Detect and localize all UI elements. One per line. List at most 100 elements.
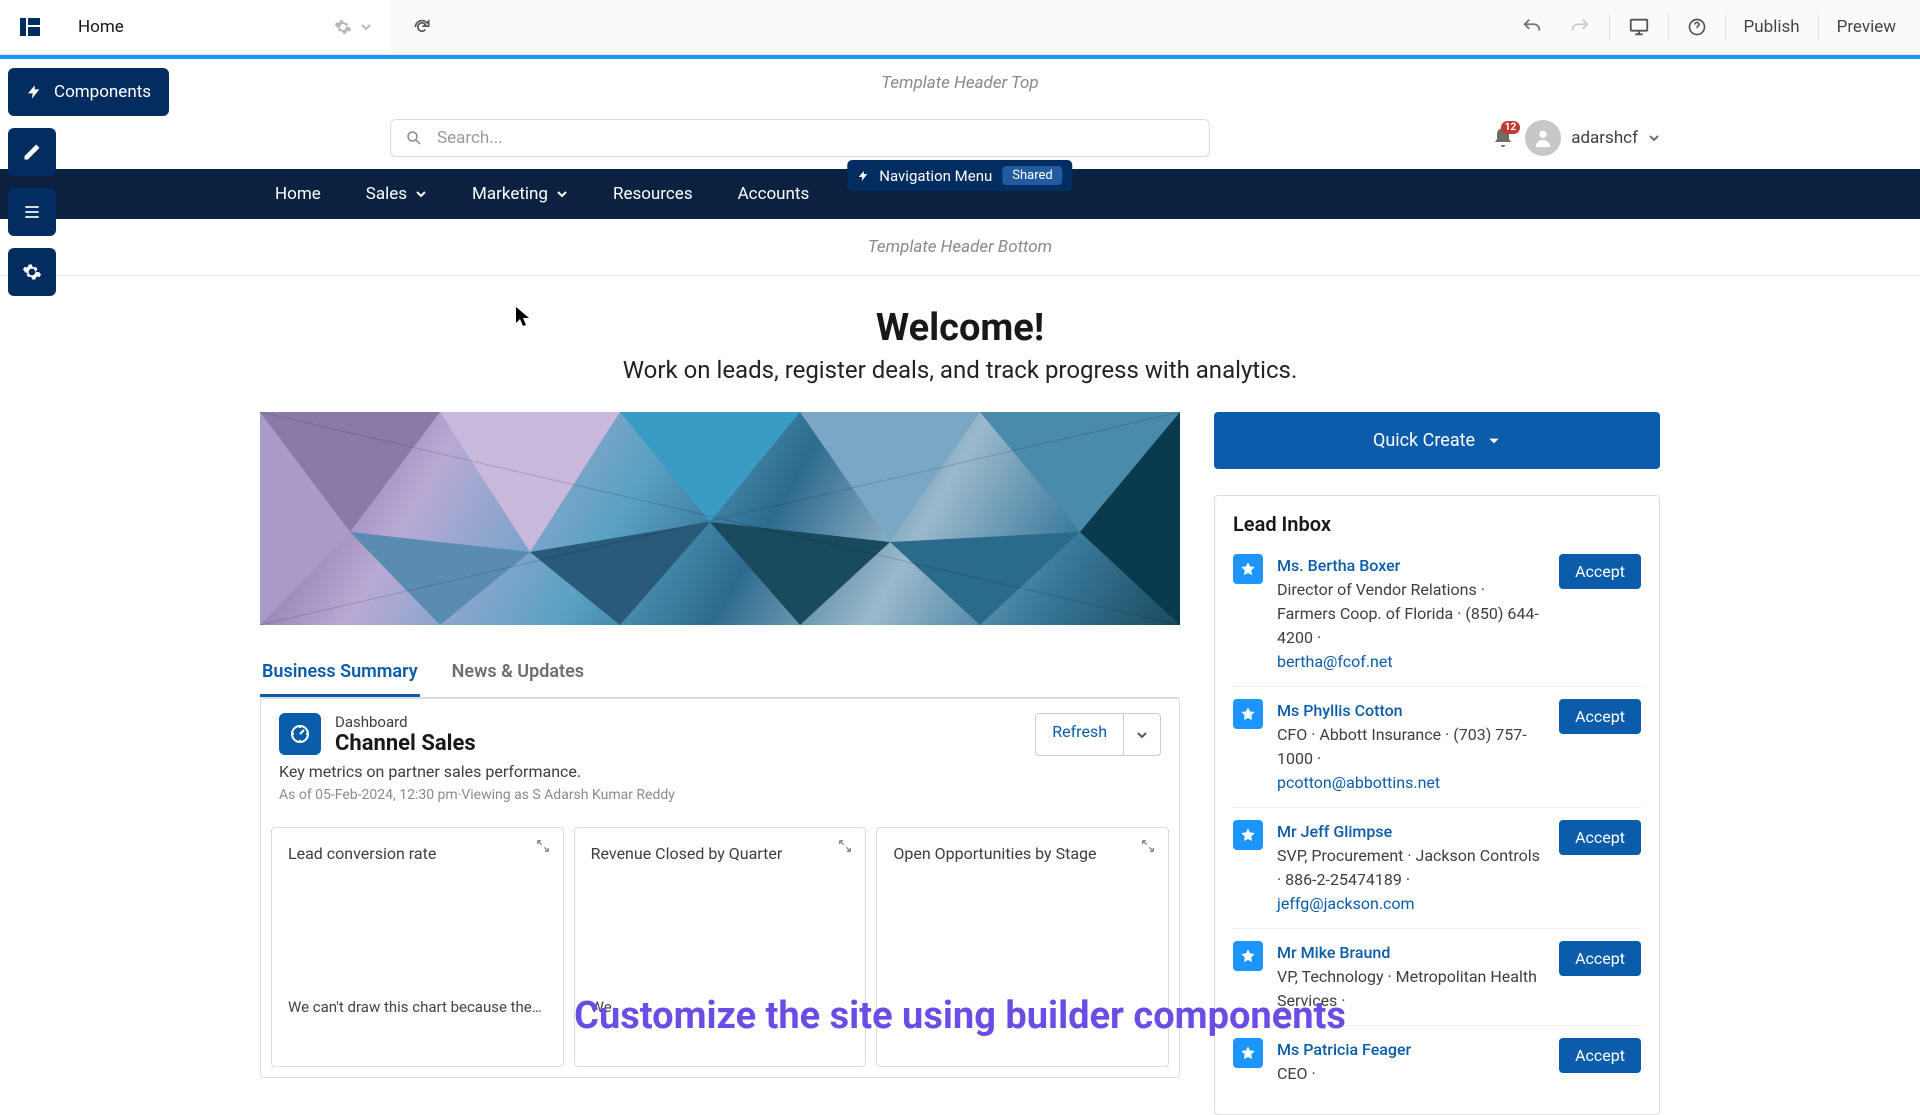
divider bbox=[1818, 14, 1819, 40]
expand-icon[interactable] bbox=[1140, 838, 1156, 854]
preview-button[interactable]: Preview bbox=[1825, 9, 1908, 45]
lead-icon bbox=[1233, 941, 1263, 971]
widget-title: Revenue Closed by Quarter bbox=[591, 844, 850, 863]
lead-details: SVP, Procurement · Jackson Controls · 88… bbox=[1277, 844, 1545, 892]
builder-sidebar: Components bbox=[8, 68, 169, 296]
lead-icon bbox=[1233, 699, 1263, 729]
lead-details: CEO · bbox=[1277, 1062, 1545, 1086]
search-icon bbox=[405, 129, 423, 147]
widget-title: Lead conversion rate bbox=[288, 844, 547, 863]
lead-details: Director of Vendor Relations · Farmers C… bbox=[1277, 578, 1545, 650]
quick-create-button[interactable]: Quick Create bbox=[1214, 412, 1660, 469]
lead-name[interactable]: Mr Jeff Glimpse bbox=[1277, 820, 1545, 844]
components-label: Components bbox=[54, 82, 151, 102]
selected-component-name: Navigation Menu bbox=[879, 167, 992, 185]
user-area: 12 adarshcf bbox=[1491, 120, 1660, 156]
settings-panel-button[interactable] bbox=[8, 248, 56, 296]
dashboard-widgets: Lead conversion rate We can't draw this … bbox=[261, 817, 1179, 1077]
nav-item-resources[interactable]: Resources bbox=[613, 184, 693, 204]
expand-icon[interactable] bbox=[535, 838, 551, 854]
widget-lead-conversion: Lead conversion rate We can't draw this … bbox=[271, 827, 564, 1067]
dashboard-icon bbox=[279, 713, 321, 755]
nav-item-home[interactable]: Home bbox=[275, 184, 321, 204]
theme-panel-button[interactable] bbox=[8, 128, 56, 176]
hero-image bbox=[260, 412, 1180, 625]
chevron-down-icon[interactable] bbox=[1648, 132, 1660, 144]
dashboard-kicker: Dashboard bbox=[335, 713, 476, 731]
page-structure-button[interactable] bbox=[8, 188, 56, 236]
tab-business-summary[interactable]: Business Summary bbox=[260, 649, 420, 697]
help-button[interactable] bbox=[1675, 9, 1719, 45]
chevron-down-icon bbox=[556, 188, 568, 200]
accept-button[interactable]: Accept bbox=[1559, 820, 1641, 855]
chevron-down-icon bbox=[1487, 434, 1501, 448]
content-tabs: Business Summary News & Updates bbox=[260, 649, 1180, 698]
lead-email[interactable]: pcotton@abbottins.net bbox=[1277, 771, 1545, 795]
search-placeholder: Search... bbox=[437, 128, 503, 148]
user-name: adarshcf bbox=[1571, 128, 1638, 148]
lead-name[interactable]: Ms Patricia Feager bbox=[1277, 1038, 1545, 1062]
divider bbox=[1609, 14, 1610, 40]
accept-button[interactable]: Accept bbox=[1559, 699, 1641, 734]
page-settings-group[interactable] bbox=[334, 18, 372, 36]
lead-item: Ms Phyllis Cotton CFO · Abbott Insurance… bbox=[1233, 686, 1641, 807]
lead-details: CFO · Abbott Insurance · (703) 757-1000 … bbox=[1277, 723, 1545, 771]
welcome-subtitle: Work on leads, register deals, and track… bbox=[260, 356, 1660, 384]
publish-button[interactable]: Publish bbox=[1732, 9, 1812, 45]
lightning-icon bbox=[26, 84, 42, 100]
lead-name[interactable]: Ms. Bertha Boxer bbox=[1277, 554, 1545, 578]
chevron-down-icon[interactable] bbox=[360, 21, 372, 33]
accept-button[interactable]: Accept bbox=[1559, 941, 1641, 976]
nav-item-sales[interactable]: Sales bbox=[366, 184, 427, 204]
template-header-top-zone[interactable]: Template Header Top bbox=[0, 59, 1920, 107]
desktop-view-button[interactable] bbox=[1616, 8, 1662, 46]
widget-title: Open Opportunities by Stage bbox=[893, 844, 1152, 863]
gear-icon[interactable] bbox=[334, 18, 352, 36]
lead-name[interactable]: Mr Mike Braund bbox=[1277, 941, 1545, 965]
divider bbox=[1668, 14, 1669, 40]
tutorial-caption: Customize the site using builder compone… bbox=[574, 994, 1346, 1038]
builder-toolbar: Home Publish Preview bbox=[0, 0, 1920, 55]
page-selector[interactable]: Home bbox=[60, 0, 390, 54]
dashboard-meta: As of 05-Feb-2024, 12:30 pm·Viewing as S… bbox=[261, 787, 1179, 817]
notifications-button[interactable]: 12 bbox=[1491, 126, 1515, 150]
builder-toolbar-right: Publish Preview bbox=[1509, 8, 1920, 46]
global-search-input[interactable]: Search... bbox=[390, 119, 1210, 157]
redo-button[interactable] bbox=[1557, 8, 1603, 46]
welcome-block: Welcome! Work on leads, register deals, … bbox=[260, 306, 1660, 384]
components-panel-button[interactable]: Components bbox=[8, 68, 169, 116]
nav-item-accounts[interactable]: Accounts bbox=[738, 184, 810, 204]
accept-button[interactable]: Accept bbox=[1559, 1038, 1641, 1073]
lightning-icon bbox=[857, 170, 869, 182]
mouse-cursor-icon bbox=[516, 307, 532, 327]
welcome-title: Welcome! bbox=[260, 306, 1660, 350]
undo-button[interactable] bbox=[1509, 8, 1555, 46]
dashboard-title: Channel Sales bbox=[335, 731, 476, 756]
lead-inbox-title: Lead Inbox bbox=[1233, 512, 1641, 536]
component-selection-label[interactable]: Navigation Menu Shared bbox=[847, 160, 1072, 191]
template-header-bottom-zone[interactable]: Template Header Bottom bbox=[0, 219, 1920, 276]
widget-message: We can't draw this chart because there i… bbox=[288, 998, 547, 1016]
refresh-button[interactable] bbox=[390, 0, 454, 54]
lead-name[interactable]: Ms Phyllis Cotton bbox=[1277, 699, 1545, 723]
builder-toolbar-left: Home bbox=[0, 0, 454, 54]
lead-icon bbox=[1233, 820, 1263, 850]
user-avatar[interactable] bbox=[1525, 120, 1561, 156]
nav-item-marketing[interactable]: Marketing bbox=[472, 184, 568, 204]
lead-icon bbox=[1233, 554, 1263, 584]
lead-email[interactable]: jeffg@jackson.com bbox=[1277, 892, 1545, 916]
lead-email[interactable]: bertha@fcof.net bbox=[1277, 650, 1545, 674]
accept-button[interactable]: Accept bbox=[1559, 554, 1641, 589]
refresh-dashboard-button[interactable]: Refresh bbox=[1035, 713, 1124, 756]
lead-icon bbox=[1233, 1038, 1263, 1068]
dashboard-actions: Refresh bbox=[1035, 713, 1161, 756]
chevron-down-icon bbox=[415, 188, 427, 200]
dashboard-more-button[interactable] bbox=[1124, 713, 1161, 756]
lead-item: Mr Jeff Glimpse SVP, Procurement · Jacks… bbox=[1233, 807, 1641, 928]
lead-item: Ms. Bertha Boxer Director of Vendor Rela… bbox=[1233, 554, 1641, 686]
page-name: Home bbox=[78, 17, 124, 37]
quick-create-label: Quick Create bbox=[1373, 430, 1475, 451]
expand-icon[interactable] bbox=[837, 838, 853, 854]
app-logo-icon[interactable] bbox=[0, 0, 60, 54]
tab-news-updates[interactable]: News & Updates bbox=[450, 649, 586, 697]
